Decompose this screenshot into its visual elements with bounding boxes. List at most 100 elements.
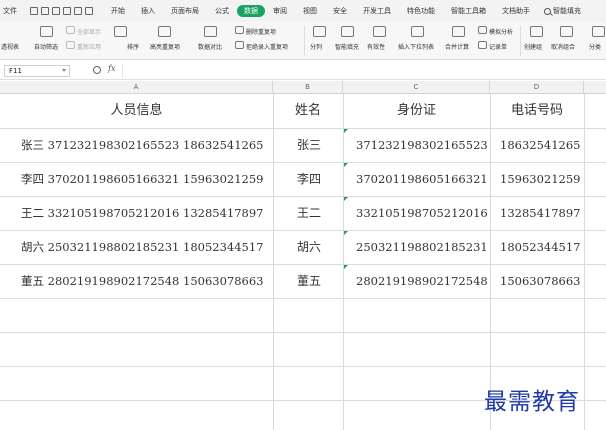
fx-icon[interactable]: fx	[108, 64, 115, 73]
show-all-button[interactable]: 全部显示	[77, 27, 101, 36]
simulate-analysis-button[interactable]: 模拟分析	[489, 27, 513, 36]
smart-fill-button[interactable]: 智能填充	[335, 42, 359, 51]
dropdown-list-icon	[411, 26, 424, 37]
menu-file[interactable]: 文件	[0, 6, 30, 16]
cell-name[interactable]: 张三	[274, 128, 344, 162]
tab-data[interactable]: 数据	[237, 5, 265, 17]
cell-id-card[interactable]: 371232198302165523	[356, 128, 488, 162]
ribbon-divider	[304, 26, 305, 56]
column-header-d[interactable]: D	[490, 81, 584, 94]
tab-smart-toolbox[interactable]: 智能工具箱	[443, 6, 494, 16]
cell-personnel-info[interactable]: 胡六 250321198802185231 18052344517	[21, 230, 264, 264]
grid-line	[0, 366, 606, 367]
ungroup-button[interactable]: 取消组合	[551, 42, 575, 51]
reject-duplicates-button[interactable]: 拒绝录入重复项	[246, 42, 288, 51]
smart-search[interactable]: 智能填充	[544, 6, 581, 16]
redo-icon[interactable]	[85, 7, 93, 15]
save-icon[interactable]	[30, 7, 38, 15]
sort-icon	[114, 26, 127, 37]
filter-icon	[40, 26, 53, 37]
split-column-icon	[313, 26, 326, 37]
search-icon	[544, 7, 551, 15]
tab-security[interactable]: 安全	[325, 6, 355, 16]
cell-personnel-info[interactable]: 董五 280219198902172548 15063078663	[21, 264, 264, 298]
simulate-icon	[478, 26, 487, 34]
reject-duplicates-icon	[235, 41, 244, 49]
cell-name[interactable]: 董五	[274, 264, 344, 298]
create-group-icon	[530, 26, 543, 37]
preview-icon[interactable]	[63, 7, 71, 15]
reapply-button[interactable]: 重新应用	[77, 42, 101, 51]
cell-phone[interactable]: 18052344517	[500, 230, 580, 264]
insert-dropdown-button[interactable]: 插入下拉列表	[398, 42, 434, 51]
column-headers: A B C D	[0, 81, 606, 94]
sort-button[interactable]: 排序	[127, 42, 139, 51]
compare-icon	[204, 26, 217, 37]
cell-id-card[interactable]: 280219198902172548	[356, 264, 488, 298]
cell-phone[interactable]: 13285417897	[500, 196, 580, 230]
remove-duplicates-icon	[235, 26, 244, 34]
cell-name[interactable]: 王二	[274, 196, 344, 230]
column-header-b[interactable]: B	[273, 81, 343, 94]
tab-home[interactable]: 开始	[103, 6, 133, 16]
reapply-icon	[66, 41, 75, 49]
name-box[interactable]: F11	[4, 65, 70, 77]
text-number-marker	[344, 231, 348, 235]
autofilter-button[interactable]: 自动筛选	[34, 42, 58, 51]
tab-formula[interactable]: 公式	[207, 6, 237, 16]
tab-page-layout[interactable]: 页面布局	[163, 6, 207, 16]
smart-search-label: 智能填充	[553, 7, 581, 15]
show-all-icon	[66, 26, 75, 34]
subtotal-button[interactable]: 分类	[589, 42, 601, 51]
consolidate-button[interactable]: 合并计算	[445, 42, 469, 51]
smart-fill-icon	[341, 26, 354, 37]
chevron-down-icon[interactable]	[62, 69, 66, 72]
text-number-marker	[344, 197, 348, 201]
create-group-button[interactable]: 创建组	[524, 42, 542, 51]
validity-button[interactable]: 有效性	[367, 42, 385, 51]
column-header-a[interactable]: A	[0, 81, 273, 94]
record-form-button[interactable]: 记录单	[489, 42, 507, 51]
cell-name[interactable]: 胡六	[274, 230, 344, 264]
grid-line	[584, 94, 585, 430]
cell-id-card[interactable]: 332105198705212016	[356, 196, 488, 230]
grid-line	[0, 298, 606, 299]
cell-id-card[interactable]: 250321198802185231	[356, 230, 488, 264]
highlight-duplicates-button[interactable]: 高亮重复项	[150, 42, 180, 51]
remove-duplicates-button[interactable]: 删除重复项	[246, 27, 276, 36]
tab-doc-assistant[interactable]: 文档助手	[494, 6, 538, 16]
formula-input[interactable]	[122, 64, 602, 78]
data-compare-button[interactable]: 数据对比	[198, 42, 222, 51]
header-cell-personnel-info[interactable]: 人员信息	[0, 94, 273, 128]
tab-special[interactable]: 特色功能	[399, 6, 443, 16]
cell-personnel-info[interactable]: 王二 332105198705212016 13285417897	[21, 196, 264, 230]
ribbon-divider	[520, 26, 521, 56]
cell-phone[interactable]: 15963021259	[500, 162, 580, 196]
formula-bar: F11 fx	[0, 62, 606, 80]
cell-phone[interactable]: 18632541265	[500, 128, 580, 162]
cell-phone[interactable]: 15063078663	[500, 264, 580, 298]
column-header-c[interactable]: C	[343, 81, 490, 94]
print-icon[interactable]	[52, 7, 60, 15]
grid-line	[490, 94, 491, 430]
tab-insert[interactable]: 插入	[133, 6, 163, 16]
export-icon[interactable]	[41, 7, 49, 15]
cell-name[interactable]: 李四	[274, 162, 344, 196]
sheet-grid[interactable]: 人员信息 姓名 身份证 电话号码 张三 371232198302165523 1…	[0, 94, 606, 430]
tab-review[interactable]: 审阅	[265, 6, 295, 16]
subtotal-icon	[592, 26, 605, 37]
tab-view[interactable]: 视图	[295, 6, 325, 16]
text-number-marker	[344, 129, 348, 133]
tab-developer[interactable]: 开发工具	[355, 6, 399, 16]
header-cell-id-card[interactable]: 身份证	[343, 94, 490, 128]
header-cell-phone[interactable]: 电话号码	[490, 94, 584, 128]
cell-personnel-info[interactable]: 张三 371232198302165523 18632541265	[21, 128, 264, 162]
header-cell-name[interactable]: 姓名	[273, 94, 343, 128]
cell-personnel-info[interactable]: 李四 370201198605166321 15963021259	[21, 162, 264, 196]
zoom-icon[interactable]	[93, 66, 101, 74]
split-column-button[interactable]: 分列	[310, 42, 322, 51]
undo-icon[interactable]	[74, 7, 82, 15]
ungroup-icon	[560, 26, 573, 37]
cell-id-card[interactable]: 370201198605166321	[356, 162, 488, 196]
pivot-table-button[interactable]: 透视表	[1, 42, 19, 51]
